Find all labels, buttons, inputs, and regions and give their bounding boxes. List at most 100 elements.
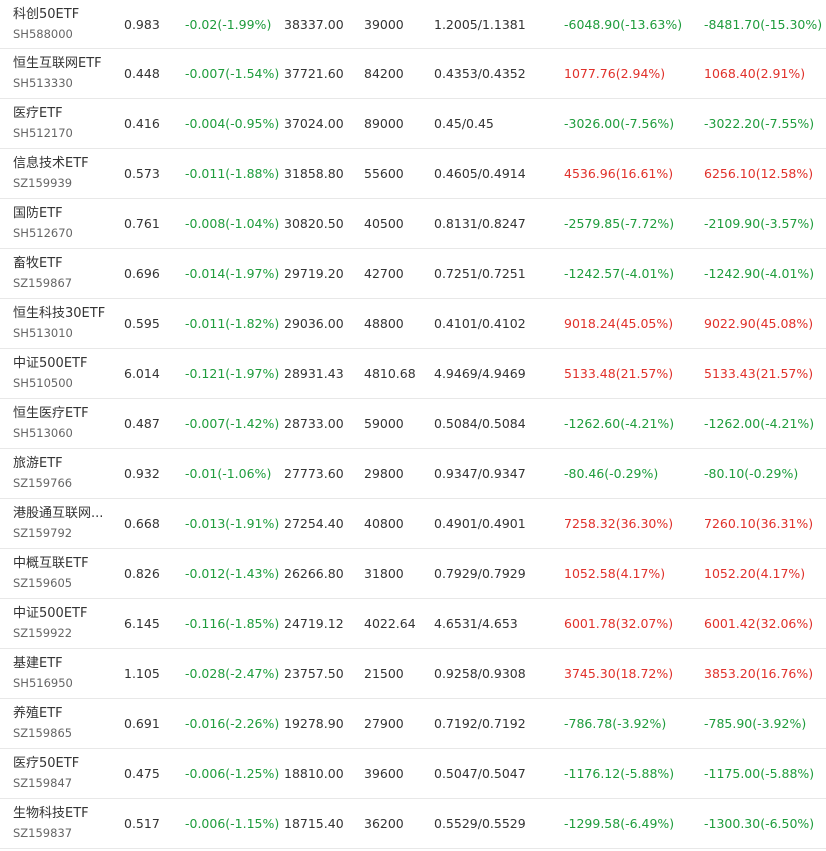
table-row[interactable]: 旅游ETF SZ159766 0.932 -0.01(-1.06%) 27773… — [0, 449, 826, 499]
table-row[interactable]: 科创50ETF SH588000 0.983 -0.02(-1.99%) 383… — [0, 0, 826, 49]
fund-name[interactable]: 恒生医疗ETF — [13, 405, 89, 423]
fund-name[interactable]: 畜牧ETF — [13, 255, 63, 273]
fund-name-cell[interactable]: 恒生科技30ETF SH513010 — [13, 299, 113, 348]
price-cell: 0.416 — [124, 116, 160, 131]
flow-cell-2: -3022.20(-7.55%) — [704, 116, 815, 131]
change-cell: -0.006(-1.25%) — [185, 766, 280, 781]
fund-name[interactable]: 信息技术ETF — [13, 155, 89, 173]
fund-code: SZ159865 — [13, 726, 73, 740]
change-cell: -0.012(-1.43%) — [185, 566, 280, 581]
table-row[interactable]: 畜牧ETF SZ159867 0.696 -0.014(-1.97%) 2971… — [0, 249, 826, 299]
fund-code: SZ159939 — [13, 176, 73, 190]
fund-name-cell[interactable]: 中证500ETF SH510500 — [13, 349, 113, 398]
fund-code: SH516950 — [13, 676, 73, 690]
turnover-cell: 28733.00 — [284, 416, 344, 431]
table-row[interactable]: 中证500ETF SZ159922 6.145 -0.116(-1.85%) 2… — [0, 599, 826, 649]
volume-cell: 48800 — [364, 316, 404, 331]
fund-name-cell[interactable]: 港股通互联网... SZ159792 — [13, 499, 113, 548]
fund-name[interactable]: 旅游ETF — [13, 455, 63, 473]
fund-name-cell[interactable]: 中证500ETF SZ159922 — [13, 599, 113, 648]
bid-ask-cell: 0.8131/0.8247 — [434, 216, 526, 231]
fund-name[interactable]: 恒生互联网ETF — [13, 55, 102, 73]
flow-cell-2: -1300.30(-6.50%) — [704, 816, 815, 831]
fund-name-cell[interactable]: 基建ETF SH516950 — [13, 649, 113, 698]
fund-name[interactable]: 医疗ETF — [13, 105, 63, 123]
change-cell: -0.016(-2.26%) — [185, 716, 280, 731]
table-row[interactable]: 恒生科技30ETF SH513010 0.595 -0.011(-1.82%) … — [0, 299, 826, 349]
turnover-cell: 18810.00 — [284, 766, 344, 781]
flow-cell-1: -1242.57(-4.01%) — [564, 266, 675, 281]
flow-cell-2: -785.90(-3.92%) — [704, 716, 807, 731]
table-row[interactable]: 国防ETF SH512670 0.761 -0.008(-1.04%) 3082… — [0, 199, 826, 249]
fund-name[interactable]: 中概互联ETF — [13, 555, 89, 573]
turnover-cell: 23757.50 — [284, 666, 344, 681]
fund-name-cell[interactable]: 恒生互联网ETF SH513330 — [13, 49, 113, 98]
bid-ask-cell: 4.6531/4.653 — [434, 616, 518, 631]
table-row[interactable]: 恒生互联网ETF SH513330 0.448 -0.007(-1.54%) 3… — [0, 49, 826, 99]
table-row[interactable]: 信息技术ETF SZ159939 0.573 -0.011(-1.88%) 31… — [0, 149, 826, 199]
fund-name-cell[interactable]: 医疗ETF SH512170 — [13, 99, 113, 148]
fund-name-cell[interactable]: 旅游ETF SZ159766 — [13, 449, 113, 498]
flow-cell-1: 1077.76(2.94%) — [564, 66, 666, 81]
fund-name[interactable]: 医疗50ETF — [13, 755, 79, 773]
price-cell: 0.761 — [124, 216, 160, 231]
flow-cell-1: 4536.96(16.61%) — [564, 166, 674, 181]
fund-name[interactable]: 科创50ETF — [13, 6, 79, 24]
turnover-cell: 37721.60 — [284, 66, 344, 81]
bid-ask-cell: 0.4101/0.4102 — [434, 316, 526, 331]
turnover-cell: 19278.90 — [284, 716, 344, 731]
table-row[interactable]: 医疗50ETF SZ159847 0.475 -0.006(-1.25%) 18… — [0, 749, 826, 799]
fund-name-cell[interactable]: 养殖ETF SZ159865 — [13, 699, 113, 748]
change-cell: -0.007(-1.42%) — [185, 416, 280, 431]
fund-code: SZ159792 — [13, 526, 73, 540]
price-cell: 0.487 — [124, 416, 160, 431]
fund-name-cell[interactable]: 畜牧ETF SZ159867 — [13, 249, 113, 298]
fund-code: SH588000 — [13, 26, 73, 41]
fund-name-cell[interactable]: 生物科技ETF SZ159837 — [13, 799, 113, 848]
flow-cell-1: -786.78(-3.92%) — [564, 716, 667, 731]
table-row[interactable]: 港股通互联网... SZ159792 0.668 -0.013(-1.91%) … — [0, 499, 826, 549]
fund-name-cell[interactable]: 信息技术ETF SZ159939 — [13, 149, 113, 198]
fund-name-cell[interactable]: 中概互联ETF SZ159605 — [13, 549, 113, 598]
fund-code: SH512170 — [13, 126, 73, 140]
fund-name[interactable]: 国防ETF — [13, 205, 63, 223]
fund-name[interactable]: 生物科技ETF — [13, 805, 89, 823]
fund-name[interactable]: 基建ETF — [13, 655, 63, 673]
turnover-cell: 27254.40 — [284, 516, 344, 531]
etf-table: 科创50ETF SH588000 0.983 -0.02(-1.99%) 383… — [0, 0, 826, 849]
fund-name-cell[interactable]: 科创50ETF SH588000 — [13, 0, 113, 48]
table-row[interactable]: 中证500ETF SH510500 6.014 -0.121(-1.97%) 2… — [0, 349, 826, 399]
fund-name[interactable]: 养殖ETF — [13, 705, 63, 723]
fund-name-cell[interactable]: 医疗50ETF SZ159847 — [13, 749, 113, 798]
fund-name-cell[interactable]: 恒生医疗ETF SH513060 — [13, 399, 113, 448]
fund-code: SZ159867 — [13, 276, 73, 290]
price-cell: 0.448 — [124, 66, 160, 81]
flow-cell-2: 6001.42(32.06%) — [704, 616, 814, 631]
turnover-cell: 24719.12 — [284, 616, 344, 631]
flow-cell-1: 7258.32(36.30%) — [564, 516, 674, 531]
fund-name-cell[interactable]: 国防ETF SH512670 — [13, 199, 113, 248]
table-row[interactable]: 中概互联ETF SZ159605 0.826 -0.012(-1.43%) 26… — [0, 549, 826, 599]
bid-ask-cell: 0.4353/0.4352 — [434, 66, 526, 81]
flow-cell-2: 9022.90(45.08%) — [704, 316, 814, 331]
flow-cell-1: -1176.12(-5.88%) — [564, 766, 675, 781]
volume-cell: 40800 — [364, 516, 404, 531]
fund-name[interactable]: 港股通互联网... — [13, 505, 103, 523]
table-row[interactable]: 养殖ETF SZ159865 0.691 -0.016(-2.26%) 1927… — [0, 699, 826, 749]
bid-ask-cell: 0.5047/0.5047 — [434, 766, 526, 781]
change-cell: -0.116(-1.85%) — [185, 616, 280, 631]
table-row[interactable]: 基建ETF SH516950 1.105 -0.028(-2.47%) 2375… — [0, 649, 826, 699]
turnover-cell: 38337.00 — [284, 16, 344, 32]
fund-code: SH510500 — [13, 376, 73, 390]
change-cell: -0.028(-2.47%) — [185, 666, 280, 681]
flow-cell-1: -1299.58(-6.49%) — [564, 816, 675, 831]
flow-cell-1: -3026.00(-7.56%) — [564, 116, 675, 131]
price-cell: 0.668 — [124, 516, 160, 531]
table-row[interactable]: 恒生医疗ETF SH513060 0.487 -0.007(-1.42%) 28… — [0, 399, 826, 449]
fund-name[interactable]: 恒生科技30ETF — [13, 305, 105, 323]
table-row[interactable]: 生物科技ETF SZ159837 0.517 -0.006(-1.15%) 18… — [0, 799, 826, 849]
table-row[interactable]: 医疗ETF SH512170 0.416 -0.004(-0.95%) 3702… — [0, 99, 826, 149]
fund-name[interactable]: 中证500ETF — [13, 605, 87, 623]
fund-code: SH513330 — [13, 76, 73, 90]
fund-name[interactable]: 中证500ETF — [13, 355, 87, 373]
